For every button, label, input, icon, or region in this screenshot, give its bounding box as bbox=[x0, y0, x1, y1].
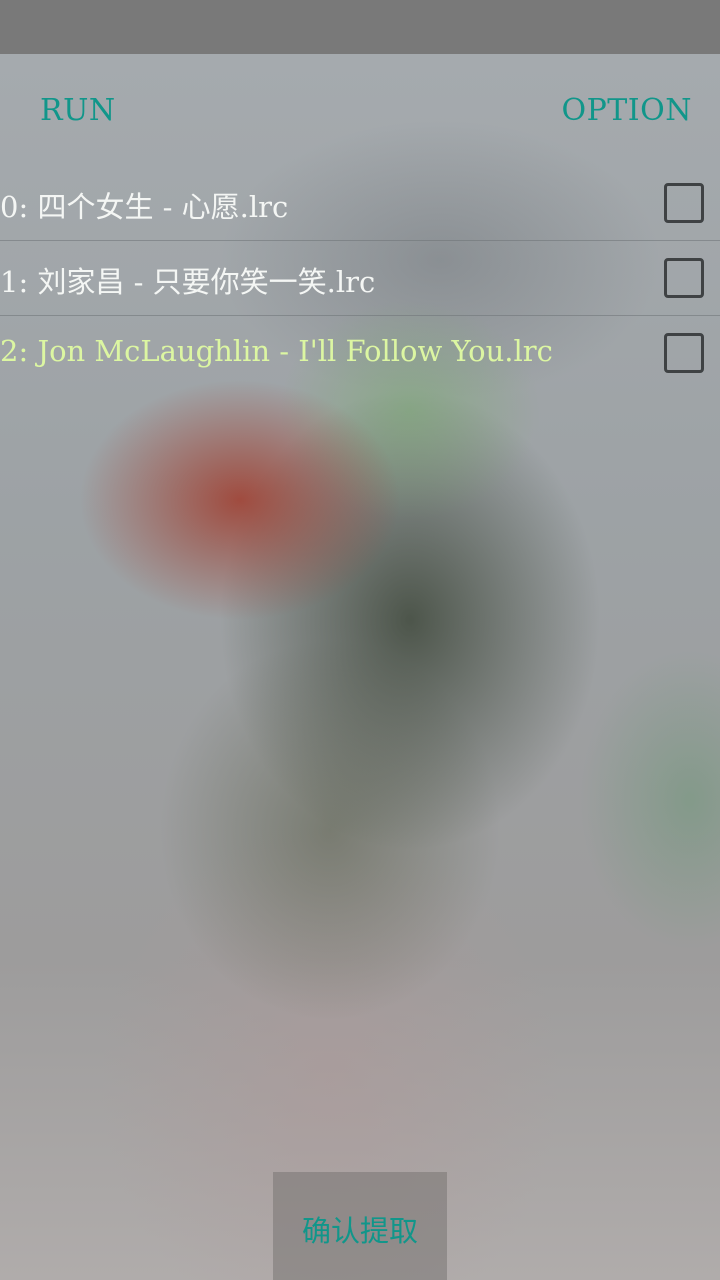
select-checkbox[interactable] bbox=[664, 183, 704, 223]
confirm-extract-label: 确认提取 bbox=[301, 1214, 418, 1248]
select-checkbox[interactable] bbox=[664, 333, 704, 373]
run-button[interactable]: RUN bbox=[40, 93, 116, 128]
file-name-label: 0: 四个女生 - 心愿.lrc bbox=[0, 190, 289, 224]
option-button[interactable]: OPTION bbox=[562, 93, 693, 128]
list-item[interactable]: 0: 四个女生 - 心愿.lrc bbox=[0, 166, 720, 241]
file-name-label: 1: 刘家昌 - 只要你笑一笑.lrc bbox=[0, 265, 376, 299]
list-item[interactable]: 2: Jon McLaughlin - I'll Follow You.lrc bbox=[0, 316, 720, 390]
app-screen: RUN OPTION 0: 四个女生 - 心愿.lrc 1: 刘家昌 - 只要你… bbox=[0, 0, 720, 1280]
confirm-extract-button[interactable]: 确认提取 bbox=[273, 1172, 447, 1280]
file-name-label: 2: Jon McLaughlin - I'll Follow You.lrc bbox=[0, 334, 553, 368]
status-bar bbox=[0, 0, 720, 54]
lrc-file-list: 0: 四个女生 - 心愿.lrc 1: 刘家昌 - 只要你笑一笑.lrc 2: … bbox=[0, 166, 720, 390]
list-item[interactable]: 1: 刘家昌 - 只要你笑一笑.lrc bbox=[0, 241, 720, 316]
select-checkbox[interactable] bbox=[664, 258, 704, 298]
